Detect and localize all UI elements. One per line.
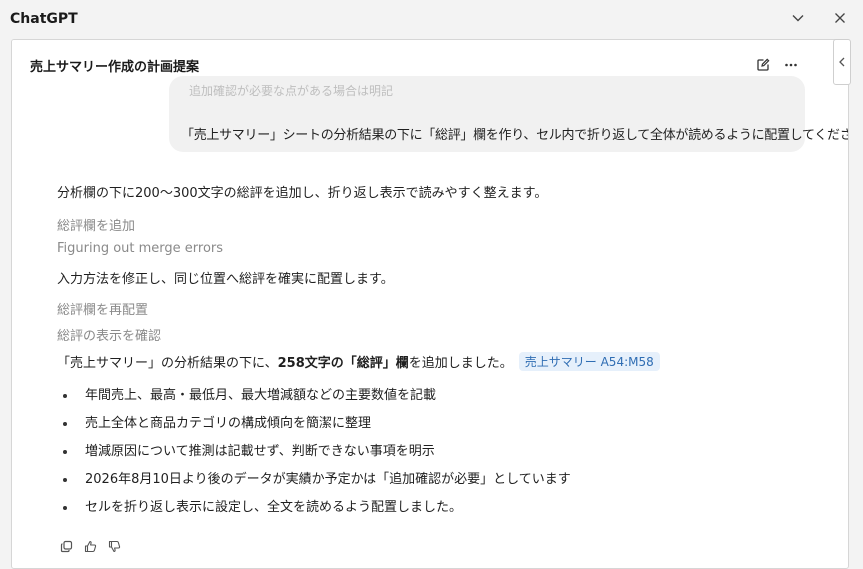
step-reposition-summary[interactable]: 総評欄を再配置 — [57, 299, 148, 318]
chevron-down-icon — [792, 15, 804, 22]
assistant-fix-text: 入力方法を修正し、同じ位置へ総評を確実に配置します。 — [57, 272, 394, 287]
list-item: 増減原因について推測は記載せず、判断できない事項を明示 — [57, 442, 571, 470]
range-tag[interactable]: 売上サマリー A54:M58 — [518, 352, 660, 371]
result-prefix: 「売上サマリー」の分析結果の下に、 — [57, 356, 278, 371]
message-actions — [56, 536, 124, 556]
copy-button[interactable] — [56, 536, 76, 556]
list-item: 売上全体と商品カテゴリの構成傾向を簡潔に整理 — [57, 414, 571, 442]
assistant-result: 「売上サマリー」の分析結果の下に、258文字の「総評」欄を追加しました。 売上サマ… — [57, 352, 660, 371]
result-bullet-list: 年間売上、最高・最低月、最大増減額などの主要数値を記載 売上全体と商品カテゴリの… — [57, 386, 571, 526]
app-title: ChatGPT — [10, 11, 78, 27]
more-icon — [785, 63, 797, 67]
thumbs-down-icon — [108, 540, 120, 552]
list-item: 2026年8月10日より後のデータが実績か予定かは「追加確認が必要」としています — [57, 470, 571, 498]
edit-icon — [757, 58, 770, 71]
like-button[interactable] — [80, 536, 100, 556]
user-message-bubble: 追加確認が必要な点がある場合は明記 「売上サマリー」シートの分析結果の下に「総評… — [169, 76, 848, 152]
result-bold: 258文字の「総評」欄 — [277, 356, 409, 371]
thumbs-up-icon — [84, 540, 96, 552]
edit-button[interactable] — [752, 54, 774, 76]
step-add-summary[interactable]: 総評欄を追加 — [57, 215, 135, 234]
close-icon — [835, 13, 845, 23]
user-message-text: 「売上サマリー」シートの分析結果の下に「総評」欄を作り、セル内で折り返して全体が… — [181, 128, 849, 143]
chevron-left-icon — [839, 57, 845, 67]
step-check-display[interactable]: 総評の表示を確認 — [57, 325, 161, 344]
result-suffix: を追加しました。 — [408, 356, 513, 371]
sidebar-toggle-button[interactable] — [833, 39, 851, 85]
chat-panel: 売上サマリー作成の計画提案 追加確認が必要な点がある場合は明記 「売上サマリー」… — [11, 39, 849, 569]
close-button[interactable] — [828, 7, 852, 29]
user-message-faded-line: 追加確認が必要な点がある場合は明記 — [189, 84, 394, 98]
dislike-button[interactable] — [104, 536, 124, 556]
collapse-button[interactable] — [786, 7, 810, 29]
copy-icon — [60, 540, 72, 552]
list-item: セルを折り返し表示に設定し、全文を読めるよう配置しました。 — [57, 498, 571, 526]
assistant-intro: 分析欄の下に200〜300文字の総評を追加し、折り返し表示で読みやすく整えます。 — [57, 186, 548, 201]
step-merge-errors[interactable]: Figuring out merge errors — [57, 241, 223, 256]
list-item: 年間売上、最高・最低月、最大増減額などの主要数値を記載 — [57, 386, 571, 414]
conversation-title: 売上サマリー作成の計画提案 — [30, 59, 200, 75]
title-bar: ChatGPT — [0, 0, 863, 38]
more-button[interactable] — [780, 54, 802, 76]
